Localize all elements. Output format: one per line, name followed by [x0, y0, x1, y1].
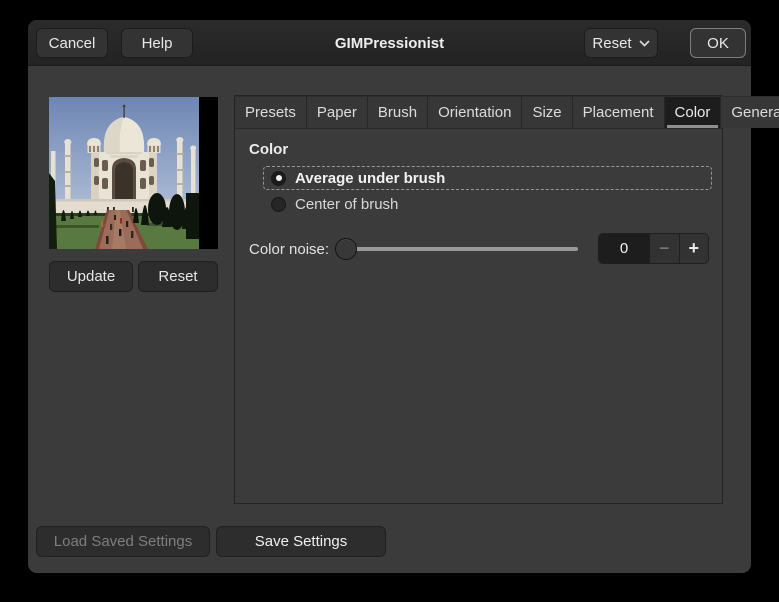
taj-mahal-preview-art: [49, 97, 218, 249]
color-section-heading: Color: [249, 141, 289, 158]
tab-general[interactable]: General: [721, 96, 779, 128]
save-settings-button[interactable]: Save Settings: [216, 526, 386, 557]
settings-notebook: Presets Paper Brush Orientation Size Pla…: [234, 95, 779, 504]
decrement-button[interactable]: −: [649, 234, 679, 263]
chevron-down-icon: [638, 39, 650, 47]
load-saved-settings-button[interactable]: Load Saved Settings: [36, 526, 210, 557]
reset-dropdown-button[interactable]: Reset: [584, 28, 658, 58]
color-noise-spinbox: 0 − +: [598, 233, 709, 264]
color-noise-slider[interactable]: [335, 238, 578, 260]
screen: { "titlebar": { "title": "GIMPressionist…: [0, 0, 779, 602]
minus-icon: −: [658, 238, 670, 258]
radio-center-of-brush[interactable]: Center of brush: [263, 193, 712, 215]
tab-size[interactable]: Size: [522, 96, 573, 128]
radio-average-under-brush[interactable]: Average under brush: [263, 166, 712, 190]
tab-paper[interactable]: Paper: [306, 96, 368, 128]
tab-orientation[interactable]: Orientation: [428, 96, 523, 128]
gimpressionist-dialog: Cancel Help GIMPressionist Reset OK Upda…: [28, 20, 779, 573]
radio-selected-icon: [271, 170, 286, 186]
cancel-button[interactable]: Cancel: [36, 28, 108, 58]
tab-brush[interactable]: Brush: [367, 96, 429, 128]
reset-label: Reset: [592, 34, 632, 52]
preview-image: [49, 97, 218, 249]
tab-presets[interactable]: Presets: [235, 96, 307, 128]
color-noise-value[interactable]: 0: [599, 234, 649, 263]
slider-thumb[interactable]: [335, 238, 357, 260]
slider-track[interactable]: [335, 247, 578, 251]
preview-reset-button[interactable]: Reset: [138, 261, 218, 292]
update-button[interactable]: Update: [49, 261, 133, 292]
plus-icon: +: [688, 238, 699, 258]
radio-unselected-icon: [271, 196, 286, 212]
tab-placement[interactable]: Placement: [572, 96, 665, 128]
ok-button[interactable]: OK: [690, 28, 746, 58]
radio-center-label: Center of brush: [295, 195, 399, 213]
help-button[interactable]: Help: [121, 28, 193, 58]
tab-bar: Presets Paper Brush Orientation Size Pla…: [235, 96, 779, 129]
increment-button[interactable]: +: [678, 234, 708, 263]
headerbar: Cancel Help GIMPressionist Reset OK: [28, 20, 751, 66]
radio-average-label: Average under brush: [295, 169, 446, 187]
color-noise-label: Color noise:: [249, 241, 330, 258]
tab-color[interactable]: Color: [664, 96, 722, 128]
